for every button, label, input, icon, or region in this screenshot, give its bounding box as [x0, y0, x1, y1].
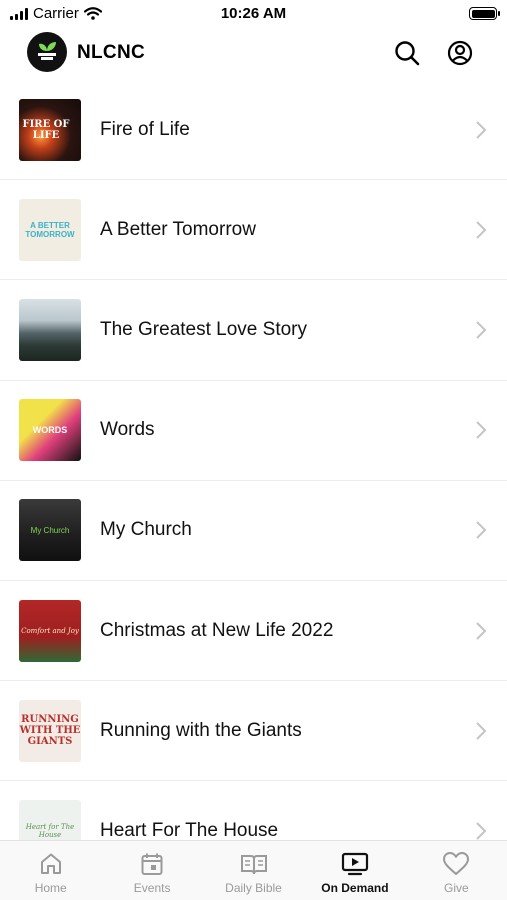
search-button[interactable]: [392, 38, 422, 68]
tab-label: Daily Bible: [225, 881, 282, 895]
tab-label: Home: [34, 881, 67, 895]
series-title: My Church: [100, 519, 192, 541]
series-thumbnail: A BETTER TOMORROW: [19, 198, 81, 261]
series-row-heart-for-the-house[interactable]: Heart for The House Heart For The House: [0, 781, 507, 840]
series-thumbnail: Heart for The House: [19, 799, 81, 840]
series-row-words[interactable]: WORDS Words: [0, 381, 507, 481]
profile-button[interactable]: [445, 38, 475, 68]
app-header: NLCNC: [0, 28, 507, 80]
status-bar: Carrier 10:26 AM: [0, 0, 507, 28]
series-title: Running with the Giants: [100, 719, 302, 741]
chevron-right-icon: [476, 321, 487, 339]
chevron-right-icon: [476, 120, 487, 139]
tab-on-demand[interactable]: On Demand: [304, 841, 405, 900]
tab-give[interactable]: Give: [406, 841, 507, 900]
series-title: The Greatest Love Story: [100, 318, 307, 340]
home-icon: [40, 853, 61, 874]
chevron-right-icon: [476, 822, 487, 840]
tab-events[interactable]: Events: [101, 841, 202, 900]
chevron-right-icon: [476, 421, 487, 439]
series-row-running-with-the-giants[interactable]: RUNNING WITH THE GIANTS Running with the…: [0, 681, 507, 782]
series-thumbnail: RUNNING WITH THE GIANTS: [19, 699, 81, 762]
bottom-tab-bar: Home Events Daily Bible On Demand Give: [0, 840, 507, 900]
series-thumbnail: [19, 298, 81, 361]
series-thumbnail: FIRE OF LIFE: [19, 98, 81, 161]
series-title: Words: [100, 419, 155, 441]
series-title: Fire of Life: [100, 118, 190, 140]
tab-label: Events: [133, 881, 171, 895]
tab-label: Give: [443, 881, 469, 895]
series-title: Christmas at New Life 2022: [100, 619, 334, 641]
chevron-right-icon: [476, 621, 487, 640]
tab-label: On Demand: [321, 881, 389, 895]
series-row-the-greatest-love-story[interactable]: The Greatest Love Story: [0, 280, 507, 381]
app-title: NLCNC: [77, 42, 145, 63]
chevron-right-icon: [476, 722, 487, 740]
battery-icon: [469, 7, 500, 20]
tab-daily-bible[interactable]: Daily Bible: [203, 841, 304, 900]
calendar-icon: [141, 853, 163, 875]
search-icon: [395, 41, 420, 66]
user-profile-icon: [447, 40, 473, 66]
clock-time: 10:26 AM: [220, 5, 287, 22]
series-list: FIRE OF LIFE Fire of Life A BETTER TOMOR…: [0, 80, 507, 840]
tab-home[interactable]: Home: [0, 841, 101, 900]
chevron-right-icon: [476, 521, 487, 540]
church-logo[interactable]: [27, 32, 67, 72]
series-thumbnail: My Church: [19, 499, 81, 562]
series-title: A Better Tomorrow: [100, 218, 256, 240]
series-title: Heart For The House: [100, 819, 279, 840]
series-thumbnail: WORDS: [19, 399, 81, 462]
series-row-a-better-tomorrow[interactable]: A BETTER TOMORROW A Better Tomorrow: [0, 180, 507, 281]
logo-leaf-icon: [38, 42, 56, 60]
series-row-christmas-at-new-life-2022[interactable]: Comfort and Joy Christmas at New Life 20…: [0, 581, 507, 682]
heart-icon: [443, 852, 470, 875]
play-tv-icon: [341, 852, 369, 876]
series-row-fire-of-life[interactable]: FIRE OF LIFE Fire of Life: [0, 80, 507, 181]
book-icon: [240, 855, 267, 875]
series-row-my-church[interactable]: My Church My Church: [0, 481, 507, 581]
chevron-right-icon: [476, 221, 487, 239]
series-thumbnail: Comfort and Joy: [19, 599, 81, 662]
